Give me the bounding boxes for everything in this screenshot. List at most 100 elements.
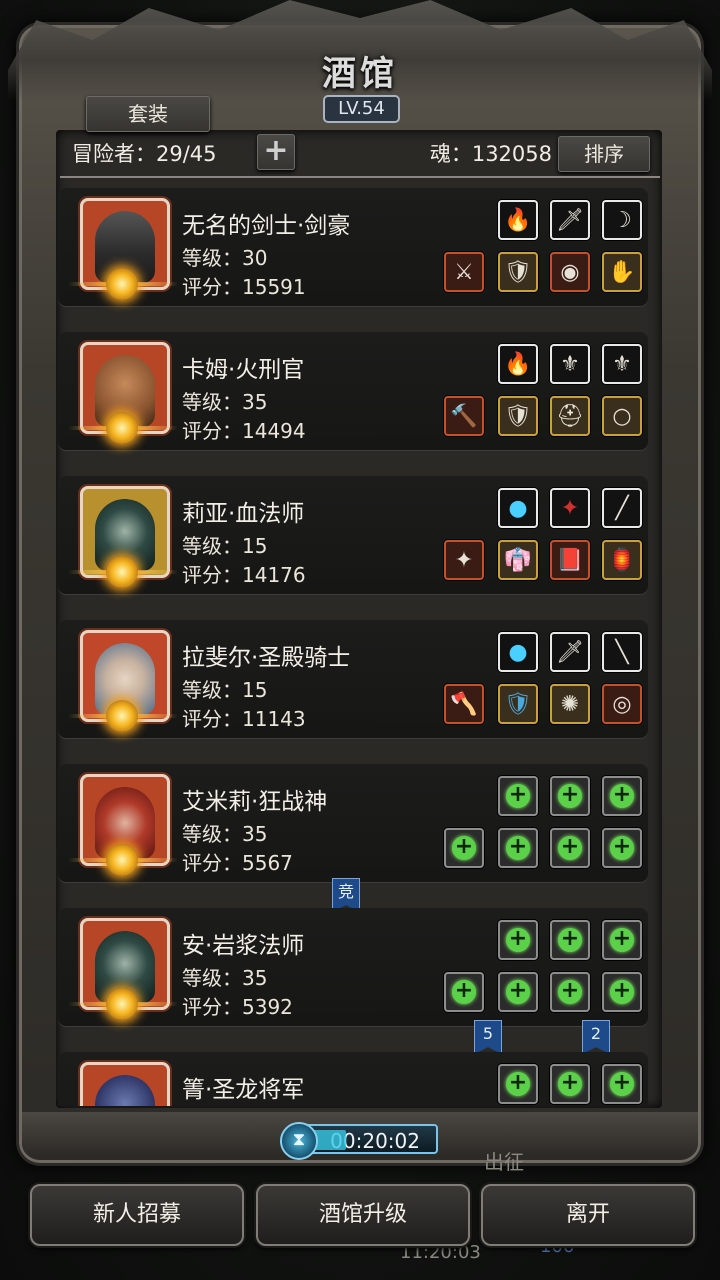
sword-equip-icon[interactable]: ⚔	[444, 252, 484, 292]
adventurer-name: 无名的剑士·剑豪	[182, 213, 351, 239]
mace-equip-icon[interactable]: 🔨	[444, 396, 484, 436]
empty-skill-slot[interactable]: +	[602, 1064, 642, 1104]
rank-emblem-icon	[106, 556, 138, 588]
empty-equip-slot[interactable]: +	[444, 972, 484, 1012]
plus-icon: +	[452, 836, 476, 860]
adventurer-score: 评分：5567	[182, 851, 293, 875]
adventurer-score: 评分：11143	[182, 707, 306, 731]
plus-icon: +	[506, 928, 530, 952]
plus-icon: +	[610, 1072, 634, 1096]
book-equip-icon[interactable]: 📕	[550, 540, 590, 580]
blood-skill-icon[interactable]: ✦	[550, 488, 590, 528]
adventurer-score: 评分：5392	[182, 995, 293, 1019]
divider	[60, 176, 660, 178]
adventurer-card[interactable]: 安·岩浆法师 等级：35 评分：5392 + + + + + + +	[58, 908, 648, 1026]
rank-emblem-icon	[106, 412, 138, 444]
empty-equip-slot[interactable]: +	[444, 828, 484, 868]
adventurer-count: 冒险者：29/45	[72, 142, 217, 166]
lantern-equip-icon[interactable]: 🏮	[602, 540, 642, 580]
plus-icon: +	[506, 784, 530, 808]
empty-equip-slot[interactable]: +	[550, 828, 590, 868]
amulet-equip-icon[interactable]: ✺	[550, 684, 590, 724]
plus-icon: +	[610, 836, 634, 860]
adventurer-name: 安·岩浆法师	[182, 933, 305, 959]
armor-equip-icon[interactable]: 🛡	[498, 396, 538, 436]
empty-skill-slot[interactable]: +	[550, 920, 590, 960]
rank-emblem-icon	[106, 988, 138, 1020]
plus-icon: +	[452, 980, 476, 1004]
adventurer-name: 艾米莉·狂战神	[182, 789, 328, 815]
staff-skill-icon[interactable]: ╱	[602, 488, 642, 528]
helmet-equip-icon[interactable]: ⛑	[550, 396, 590, 436]
adventurer-level: 等级：15	[182, 534, 268, 558]
plus-icon: +	[506, 1072, 530, 1096]
slash-skill-icon[interactable]: ☽	[602, 200, 642, 240]
sword-skill-icon[interactable]: ╲	[602, 632, 642, 672]
empty-skill-slot[interactable]: +	[550, 1064, 590, 1104]
plus-icon: +	[610, 928, 634, 952]
gem-equip-icon[interactable]: ◉	[550, 252, 590, 292]
count-tag: 5	[474, 1020, 502, 1054]
orb-skill-icon[interactable]: ●	[498, 488, 538, 528]
gauntlet-equip-icon[interactable]: ✋	[602, 252, 642, 292]
plus-icon: +	[558, 1072, 582, 1096]
adventurer-name: 箐·圣龙将军	[182, 1077, 305, 1103]
plus-icon: +	[506, 980, 530, 1004]
blade-skill-icon[interactable]: 🗡	[550, 200, 590, 240]
empty-skill-slot[interactable]: +	[602, 920, 642, 960]
adventurer-card[interactable]: 箐·圣龙将军 + + +	[58, 1052, 648, 1106]
empty-skill-slot[interactable]: +	[498, 776, 538, 816]
adventurer-score: 评分：14176	[182, 563, 306, 587]
orb-skill-icon[interactable]: ●	[498, 632, 538, 672]
page-title: 酒馆	[322, 54, 398, 94]
upgrade-tavern-button[interactable]: 酒馆升级	[256, 1184, 470, 1246]
empty-equip-slot[interactable]: +	[498, 828, 538, 868]
ring-equip-icon[interactable]: ○	[602, 396, 642, 436]
portrait	[80, 1062, 170, 1106]
axe-equip-icon[interactable]: 🪓	[444, 684, 484, 724]
arena-tag: 竞	[332, 878, 360, 912]
empty-equip-slot[interactable]: +	[602, 972, 642, 1012]
plus-icon: +	[558, 928, 582, 952]
dragon-general-portrait-icon	[95, 1075, 155, 1106]
adventurer-card[interactable]: 无名的剑士·剑豪 等级：30 评分：15591 🔥 🗡 ☽ ⚔ 🛡 ◉ ✋	[58, 188, 648, 306]
plus-icon: +	[558, 980, 582, 1004]
robe-equip-icon[interactable]: 👘	[498, 540, 538, 580]
fire-skill-icon[interactable]: 🔥	[498, 344, 538, 384]
rank-emblem-icon	[106, 700, 138, 732]
empty-equip-slot[interactable]: +	[550, 972, 590, 1012]
empty-equip-slot[interactable]: +	[602, 828, 642, 868]
plus-icon: +	[558, 836, 582, 860]
adventurer-card[interactable]: 艾米莉·狂战神 等级：35 评分：5567 + + + + + + +	[58, 764, 648, 882]
empty-skill-slot[interactable]: +	[602, 776, 642, 816]
adventurer-card[interactable]: 拉斐尔·圣殿骑士 等级：15 评分：11143 ● 🗡 ╲ 🪓 🛡 ✺ ◎	[58, 620, 648, 738]
adventurer-name: 拉斐尔·圣殿骑士	[182, 645, 351, 671]
adventurer-list[interactable]: 无名的剑士·剑豪 等级：30 评分：15591 🔥 🗡 ☽ ⚔ 🛡 ◉ ✋ 卡姆…	[58, 186, 660, 1106]
adventurer-card[interactable]: 莉亚·血法师 等级：15 评分：14176 ● ✦ ╱ ✦ 👘 📕 🏮	[58, 476, 648, 594]
adventurer-level: 等级：35	[182, 822, 268, 846]
empty-skill-slot[interactable]: +	[498, 1064, 538, 1104]
empty-skill-slot[interactable]: +	[550, 776, 590, 816]
recruit-button[interactable]: 新人招募	[30, 1184, 244, 1246]
sort-button[interactable]: 排序	[558, 136, 650, 172]
add-slot-button[interactable]: +	[257, 134, 295, 170]
leave-button[interactable]: 离开	[481, 1184, 695, 1246]
blade-skill-icon[interactable]: 🗡	[550, 632, 590, 672]
fire-skill-icon[interactable]: 🔥	[498, 200, 538, 240]
adventurer-level: 等级：15	[182, 678, 268, 702]
crest-skill-icon[interactable]: ⚜	[602, 344, 642, 384]
plus-icon: +	[610, 980, 634, 1004]
adventurer-card[interactable]: 卡姆·火刑官 等级：35 评分：14494 🔥 ⚜ ⚜ 🔨 🛡 ⛑ ○	[58, 332, 648, 450]
suit-button[interactable]: 套装	[86, 96, 210, 132]
rank-emblem-icon	[106, 844, 138, 876]
adventurer-name: 莉亚·血法师	[182, 501, 305, 527]
shield-equip-icon[interactable]: ◎	[602, 684, 642, 724]
empty-skill-slot[interactable]: +	[498, 920, 538, 960]
adventurer-level: 等级：35	[182, 390, 268, 414]
empty-equip-slot[interactable]: +	[498, 972, 538, 1012]
chest-armor-equip-icon[interactable]: 🛡	[498, 684, 538, 724]
rank-emblem-icon	[106, 268, 138, 300]
armor-equip-icon[interactable]: 🛡	[498, 252, 538, 292]
crest-skill-icon[interactable]: ⚜	[550, 344, 590, 384]
staff-equip-icon[interactable]: ✦	[444, 540, 484, 580]
